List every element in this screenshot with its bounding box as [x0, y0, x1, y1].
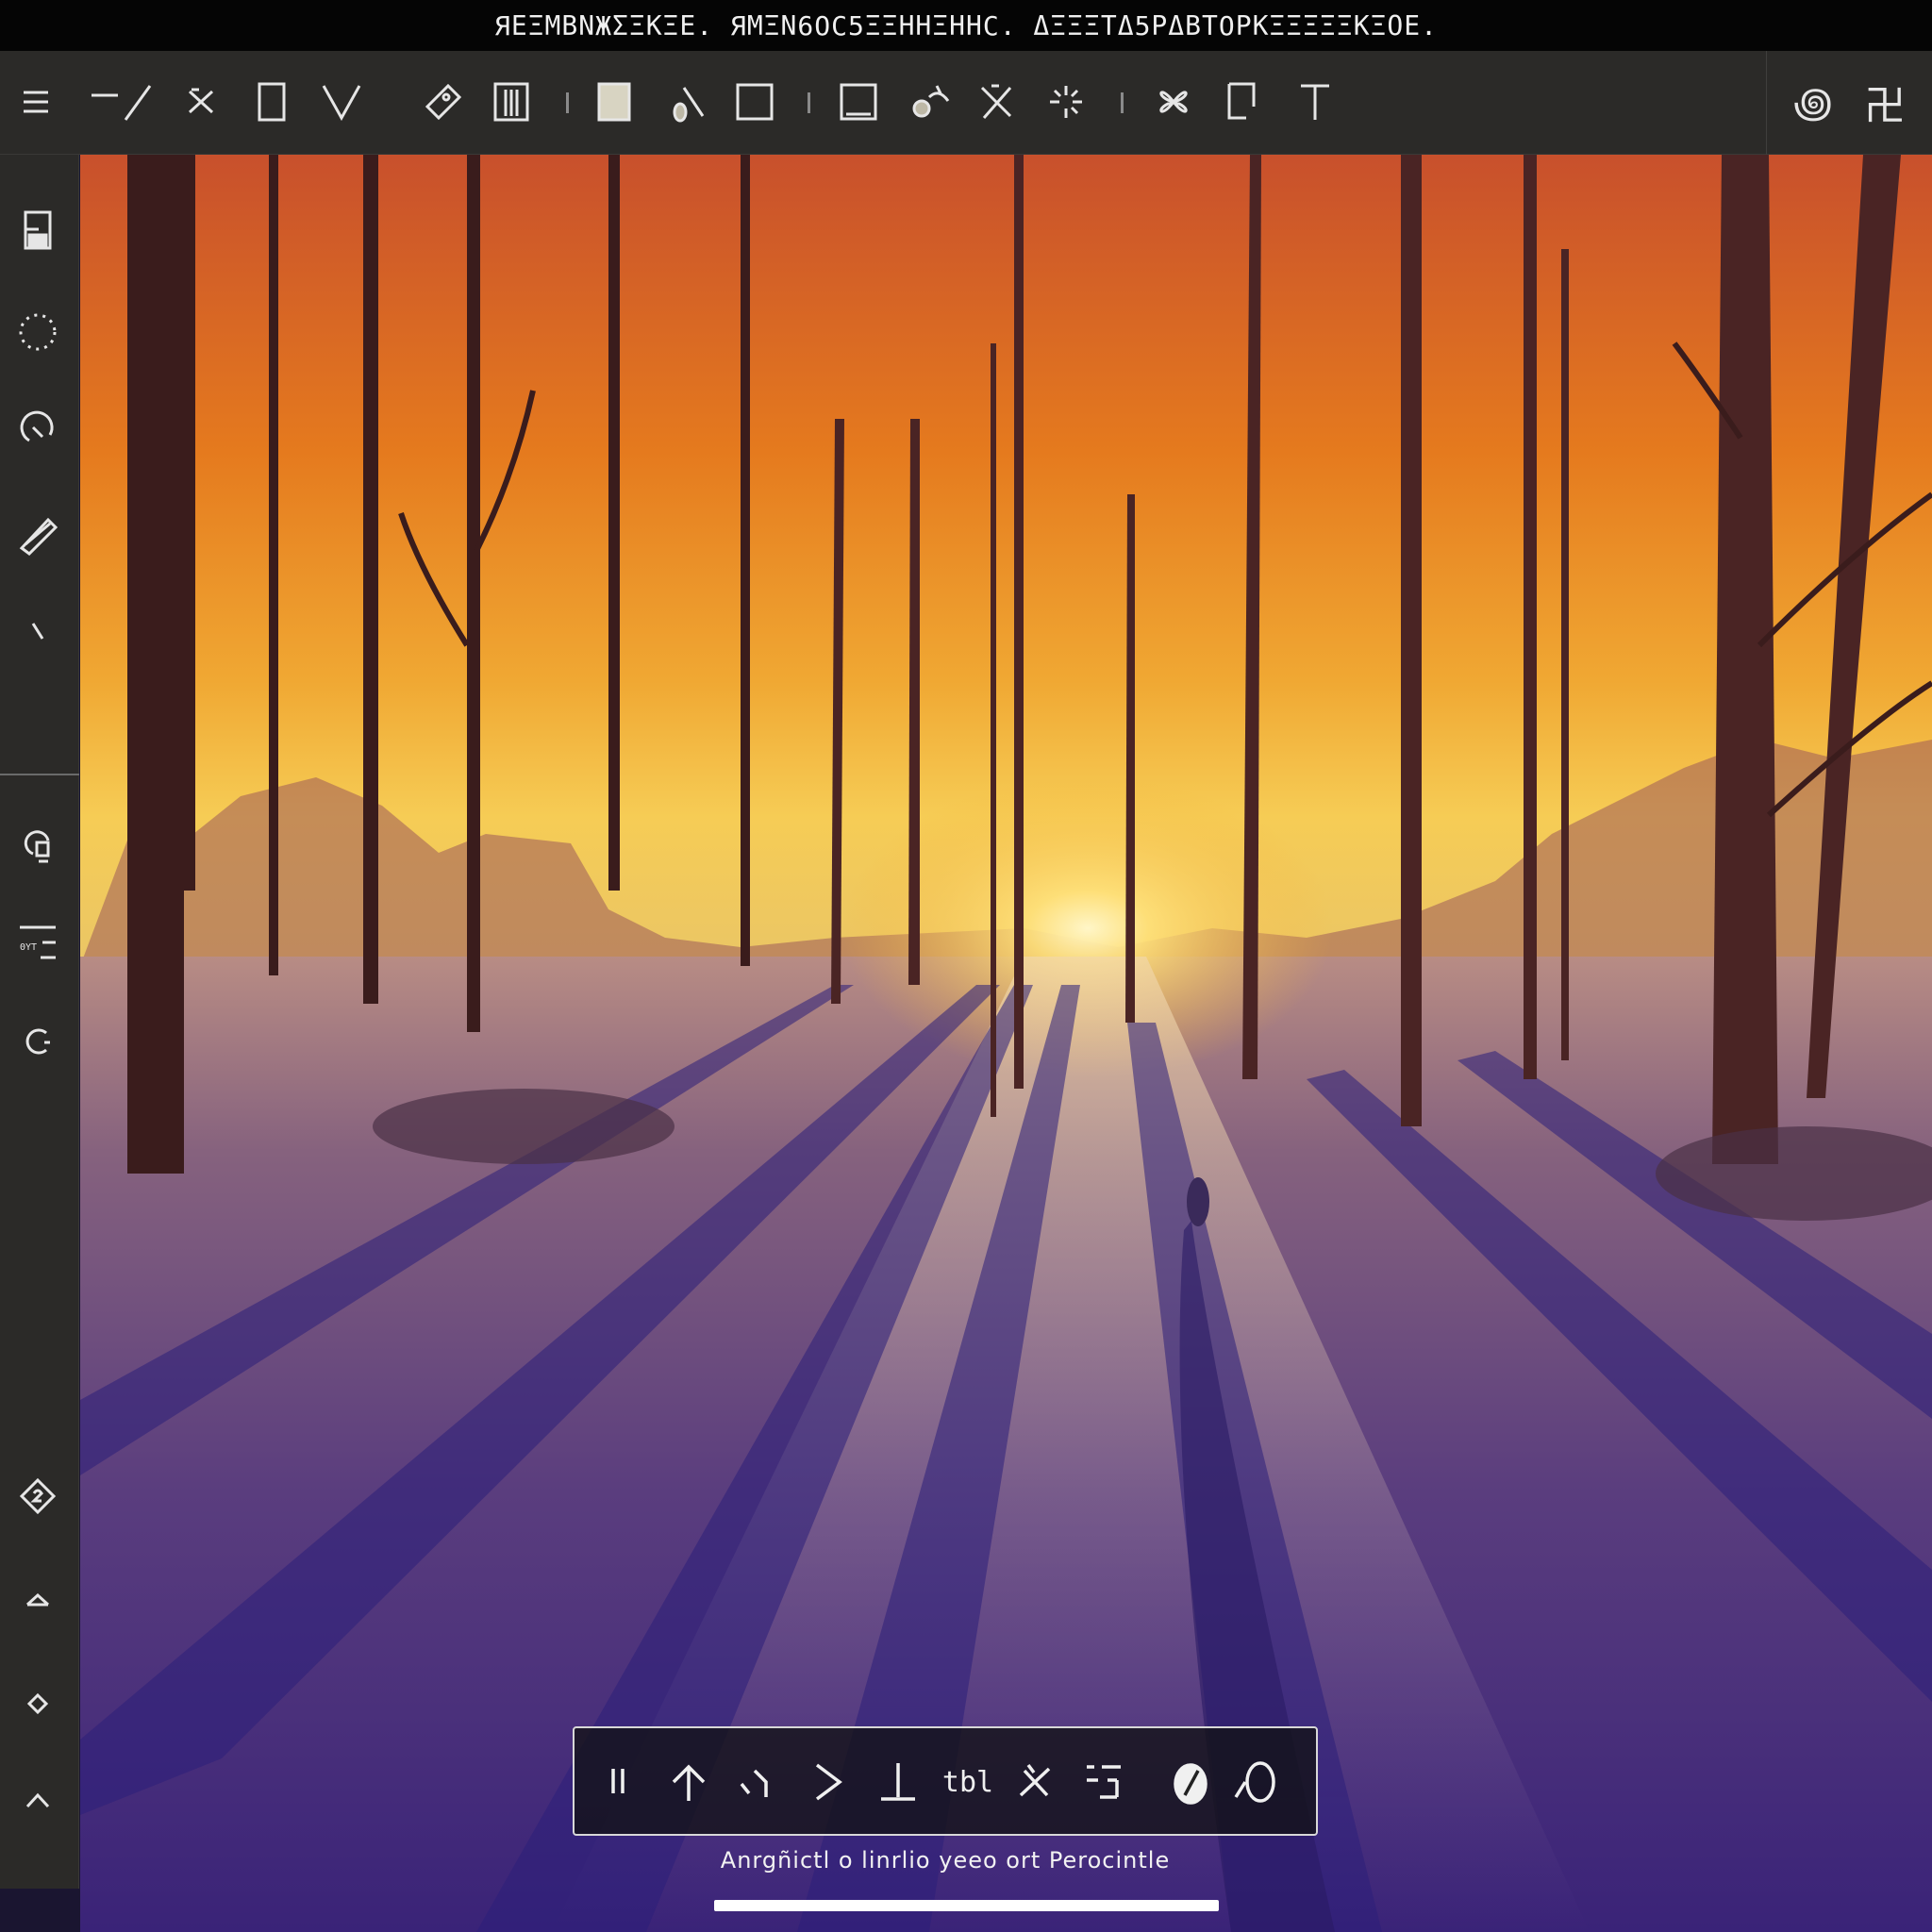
diamond-icon[interactable] [8, 1466, 68, 1526]
square-icon[interactable] [724, 72, 785, 132]
brush-icon[interactable] [658, 72, 719, 132]
pause-icon[interactable] [588, 1751, 650, 1813]
pencil-icon[interactable] [8, 506, 68, 566]
sparkle-icon[interactable] [1036, 72, 1096, 132]
home-indicator[interactable] [714, 1900, 1219, 1911]
floating-toolbar: tbl [573, 1726, 1318, 1836]
redo-icon[interactable] [8, 1011, 68, 1072]
canvas-caption: Anrgñictl o linrlio yeeo ort Perocintle [720, 1847, 1171, 1874]
settings-icon[interactable]: 卍 [1855, 72, 1915, 132]
color-drop-icon[interactable] [1159, 1751, 1222, 1813]
magic-icon[interactable] [1005, 1751, 1067, 1813]
filled-square-icon[interactable] [583, 72, 643, 132]
small-diamond-icon[interactable] [8, 1674, 68, 1734]
curve-arrow-icon[interactable] [725, 1751, 788, 1813]
layers-icon[interactable]: ꩜ [1783, 72, 1843, 132]
chevron-down-icon[interactable] [311, 72, 372, 132]
canvas[interactable] [80, 155, 1932, 1932]
frame-icon[interactable] [828, 72, 889, 132]
text-icon[interactable] [1285, 72, 1345, 132]
bulb-icon[interactable] [8, 815, 68, 875]
adjust-label: ΘΥΤ [20, 942, 37, 953]
crop-icon[interactable] [1211, 72, 1272, 132]
refresh-icon[interactable] [8, 398, 68, 458]
save-icon[interactable] [8, 200, 68, 260]
rectangle-select-icon[interactable] [242, 72, 302, 132]
top-toolbar: ꩜ 卍 [0, 51, 1932, 155]
menu-icon[interactable] [6, 72, 66, 132]
caret-up-icon[interactable] [8, 1570, 68, 1630]
sunset-forest-artwork [80, 155, 1932, 1932]
transform-icon[interactable] [966, 72, 1026, 132]
adjust-lines-icon[interactable]: ΘΥΤ [8, 913, 68, 974]
symmetry-icon[interactable] [1143, 72, 1204, 132]
arrow-up-icon[interactable] [658, 1751, 720, 1813]
line-icon[interactable] [85, 72, 160, 132]
scissors-icon[interactable] [172, 72, 232, 132]
columns-icon[interactable] [481, 72, 541, 132]
text-tool-icon[interactable]: tbl [937, 1751, 999, 1813]
slash-icon[interactable] [8, 602, 68, 662]
chevron-up-icon[interactable] [8, 1770, 68, 1830]
window-title: ЯΕΞΜΒΝЖΣΞΚΞΕ. ЯΜΞΝ6ОС5ΞΞΗΗΞΗΗС. ΔΞΞΞΤΔ5Ρ… [0, 0, 1932, 51]
lasso-icon[interactable] [902, 72, 962, 132]
dotted-circle-icon[interactable] [8, 302, 68, 362]
left-sidebar: ΘΥΤ [0, 155, 79, 1889]
eraser-icon[interactable] [413, 72, 474, 132]
chevron-right-icon[interactable] [797, 1751, 859, 1813]
opacity-icon[interactable] [1224, 1751, 1286, 1813]
baseline-icon[interactable] [867, 1751, 929, 1813]
grid-icon[interactable] [1073, 1751, 1135, 1813]
